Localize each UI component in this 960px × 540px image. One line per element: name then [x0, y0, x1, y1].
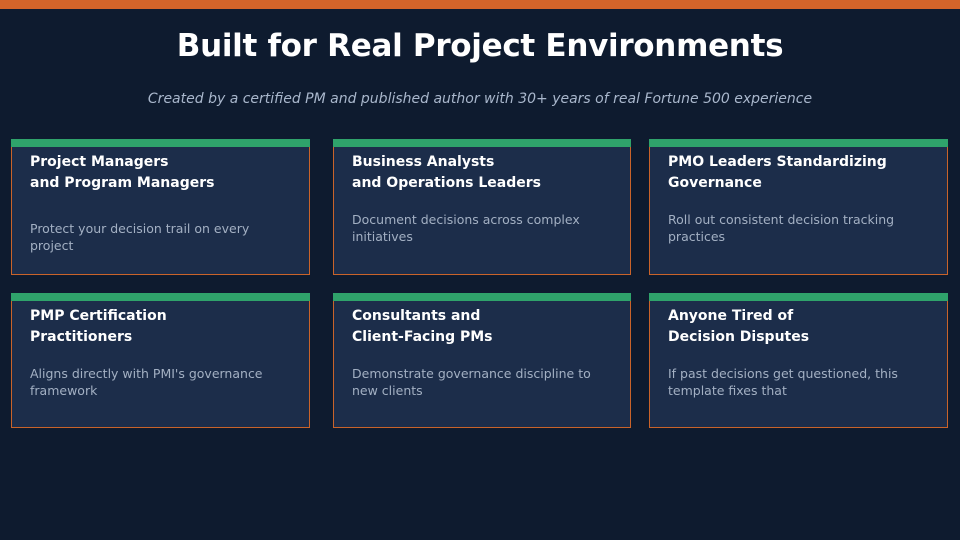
card-title: Business Analysts and Operations Leaders	[352, 154, 541, 191]
card-description: Demonstrate governance discipline to new…	[352, 366, 591, 398]
card-accent-bar	[11, 139, 310, 147]
card-accent-bar	[649, 139, 948, 147]
card-accent-bar	[333, 139, 631, 147]
page-title: Built for Real Project Environments	[176, 28, 784, 64]
card-title: PMO Leaders Standardizing Governance	[668, 154, 887, 191]
top-accent-bar	[0, 0, 960, 9]
card-accent-bar	[11, 293, 310, 301]
card-title: Anyone Tired of Decision Disputes	[668, 308, 810, 345]
card-title: Project Managers and Program Managers	[30, 154, 215, 191]
page-subtitle: Created by a certified PM and published …	[147, 91, 813, 107]
card-description: Roll out consistent decision tracking pr…	[668, 212, 895, 244]
card-description: Document decisions across complex initia…	[352, 212, 580, 244]
card-accent-bar	[333, 293, 631, 301]
audience-card-pmp-practitioners: PMP Certification Practitioners Aligns d…	[11, 293, 310, 428]
card-title: PMP Certification Practitioners	[30, 308, 167, 345]
card-accent-bar	[649, 293, 948, 301]
audience-card-consultants: Consultants and Client-Facing PMs Demons…	[333, 293, 631, 428]
card-description: Protect your decision trail on every pro…	[30, 221, 250, 253]
audience-card-pmo-leaders: PMO Leaders Standardizing Governance Rol…	[649, 139, 948, 275]
audience-card-project-managers: Project Managers and Program Managers Pr…	[11, 139, 310, 275]
audience-card-business-analysts: Business Analysts and Operations Leaders…	[333, 139, 631, 275]
audience-card-decision-disputes: Anyone Tired of Decision Disputes If pas…	[649, 293, 948, 428]
card-title: Consultants and Client-Facing PMs	[352, 308, 493, 345]
card-description: If past decisions get questioned, this t…	[668, 366, 898, 398]
card-description: Aligns directly with PMI's governance fr…	[30, 366, 263, 398]
